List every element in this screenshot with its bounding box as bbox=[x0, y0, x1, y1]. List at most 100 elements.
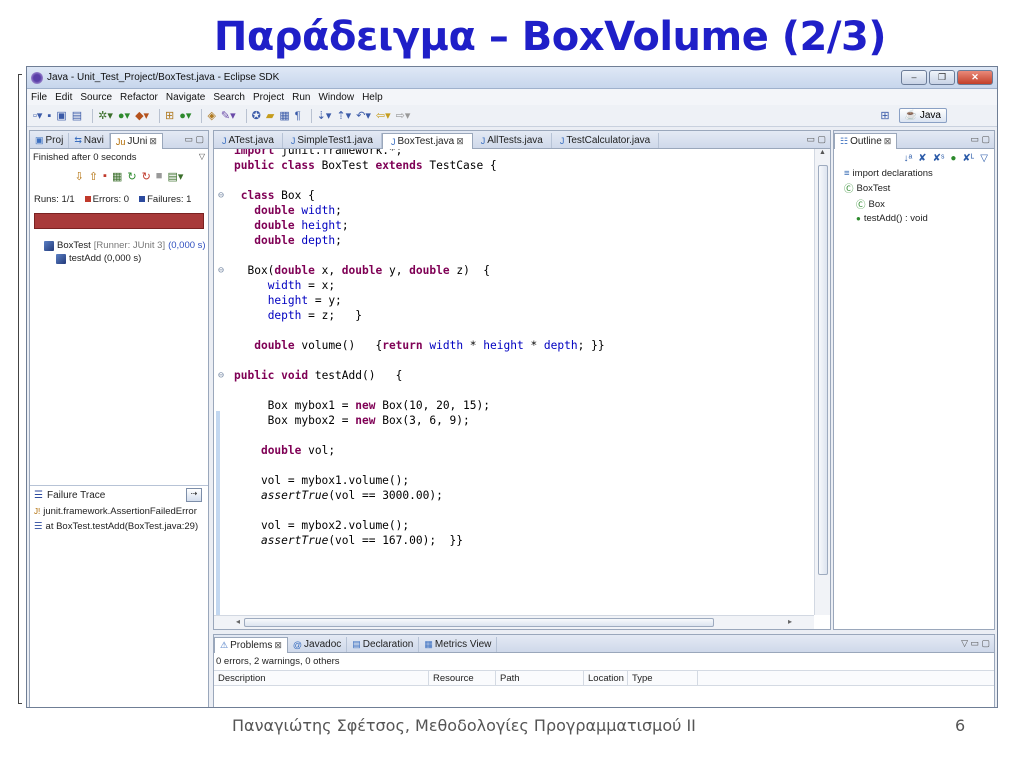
prev-annotation-icon[interactable]: ⇡▾ bbox=[336, 109, 351, 122]
new-class-icon[interactable]: ●▾ bbox=[179, 109, 191, 122]
column-resource[interactable]: Resource bbox=[429, 671, 496, 685]
search-icon[interactable]: ✎▾ bbox=[221, 109, 236, 122]
editor-tab[interactable]: J SimpleTest1.java bbox=[283, 133, 382, 148]
scroll-right-icon[interactable]: ▸ bbox=[788, 617, 792, 626]
menu-window[interactable]: Window bbox=[318, 92, 354, 103]
hide-static-icon[interactable]: ✘ˢ bbox=[933, 153, 945, 164]
change-marker bbox=[216, 411, 220, 615]
outline-item-inner-class[interactable]: Ⓒ Box bbox=[834, 196, 994, 212]
test-case-item[interactable]: testAdd (0,000 s) bbox=[44, 252, 208, 265]
rerun-icon[interactable]: ↻ bbox=[127, 170, 136, 183]
menu-source[interactable]: Source bbox=[80, 92, 112, 103]
new-icon[interactable]: ▫▾ bbox=[33, 109, 42, 122]
previous-failure-icon[interactable]: ⇧ bbox=[89, 170, 98, 183]
outline-item-imports[interactable]: ≡ import declarations bbox=[834, 167, 994, 180]
tab-label: Declaration bbox=[362, 639, 414, 650]
menu-refactor[interactable]: Refactor bbox=[120, 92, 158, 103]
outline-item-class[interactable]: Ⓒ BoxTest bbox=[834, 180, 994, 196]
scrollbar-thumb[interactable] bbox=[244, 618, 714, 627]
menu-edit[interactable]: Edit bbox=[55, 92, 72, 103]
tab-problems[interactable]: ⚠ Problems ⊠ bbox=[214, 637, 288, 653]
fold-icon[interactable]: ⊖ bbox=[218, 188, 224, 203]
tab-metrics[interactable]: ▦ Metrics View bbox=[419, 637, 498, 652]
debug-icon[interactable]: ✲▾ bbox=[98, 109, 113, 122]
filter-stack-button[interactable]: ⇢ bbox=[186, 488, 202, 502]
editor-tab[interactable]: J TestCalculator.java bbox=[552, 133, 660, 148]
fold-icon[interactable]: ⊖ bbox=[218, 263, 224, 278]
trace-line[interactable]: ☰ at BoxTest.testAdd(BoxTest.java:29) bbox=[30, 519, 208, 534]
rerun-failed-icon[interactable]: ↻ bbox=[142, 170, 151, 183]
view-menu-icon[interactable]: ▽ bbox=[199, 152, 205, 163]
view-menu-icon[interactable]: ▽ bbox=[980, 153, 988, 164]
menu-file[interactable]: File bbox=[31, 92, 47, 103]
next-annotation-icon[interactable]: ⇣▾ bbox=[317, 109, 332, 122]
editor-horizontal-scrollbar[interactable]: ◂ ▸ bbox=[214, 615, 814, 629]
close-button[interactable]: ✕ bbox=[957, 70, 993, 85]
external-tools-icon[interactable]: ◆▾ bbox=[135, 109, 149, 122]
tab-navigator[interactable]: ⇆ Navi bbox=[69, 133, 110, 148]
menu-project[interactable]: Project bbox=[253, 92, 284, 103]
editor-tab-active[interactable]: J BoxTest.java ⊠ bbox=[381, 133, 473, 149]
column-location[interactable]: Location bbox=[584, 671, 628, 685]
tab-outline[interactable]: ☷ Outline ⊠ bbox=[834, 133, 898, 149]
run-icon[interactable]: ●▾ bbox=[118, 109, 130, 122]
toggle-mark-icon[interactable]: ✪ bbox=[252, 109, 261, 122]
test-suite-item[interactable]: BoxTest [Runner: JUnit 3] (0,000 s) bbox=[44, 239, 208, 252]
outline-item-method[interactable]: ● testAdd() : void bbox=[834, 212, 994, 225]
maximize-button[interactable]: ❐ bbox=[929, 70, 955, 85]
column-path[interactable]: Path bbox=[496, 671, 584, 685]
block-selection-icon[interactable]: ▦ bbox=[279, 109, 289, 122]
trace-line[interactable]: J! junit.framework.AssertionFailedError bbox=[30, 504, 208, 519]
failures-only-icon[interactable]: ▪ bbox=[103, 170, 107, 182]
tab-project-explorer[interactable]: ▣ Proj bbox=[30, 133, 70, 148]
view-controls[interactable]: ▭ ▢ bbox=[184, 134, 204, 145]
column-type[interactable]: Type bbox=[628, 671, 698, 685]
scrollbar-thumb[interactable] bbox=[818, 165, 828, 575]
history-icon[interactable]: ▤▾ bbox=[167, 170, 183, 183]
open-type-icon[interactable]: ◈ bbox=[207, 109, 215, 122]
last-edit-icon[interactable]: ↶▾ bbox=[356, 109, 371, 122]
save-all-icon[interactable]: ▣ bbox=[56, 109, 66, 122]
view-controls[interactable]: ▽ ▭ ▢ bbox=[961, 638, 990, 649]
new-java-project-icon[interactable]: ⊞ bbox=[165, 109, 174, 122]
scroll-up-icon[interactable]: ▲ bbox=[815, 149, 830, 156]
show-whitespace-icon[interactable]: ¶ bbox=[295, 110, 301, 122]
editor-controls[interactable]: ▭ ▢ bbox=[806, 134, 826, 145]
tab-declaration[interactable]: ▤ Declaration bbox=[347, 637, 420, 652]
close-tab-icon[interactable]: ⊠ bbox=[149, 136, 157, 147]
next-failure-icon[interactable]: ⇩ bbox=[75, 170, 84, 183]
minimize-button[interactable]: – bbox=[901, 70, 927, 85]
close-tab-icon[interactable]: ⊠ bbox=[456, 136, 464, 147]
menu-help[interactable]: Help bbox=[362, 92, 383, 103]
close-tab-icon[interactable]: ⊠ bbox=[274, 640, 282, 651]
close-tab-icon[interactable]: ⊠ bbox=[884, 136, 892, 147]
tab-junit[interactable]: Ju JUni ⊠ bbox=[109, 133, 163, 149]
editor-tab[interactable]: J ATest.java bbox=[214, 133, 283, 148]
forward-icon[interactable]: ⇨▾ bbox=[396, 109, 411, 122]
code-text[interactable]: import junit.framework.*; public class B… bbox=[218, 149, 814, 548]
hide-nonpublic-icon[interactable]: ● bbox=[950, 153, 956, 164]
editor-tab[interactable]: J AllTests.java bbox=[473, 133, 552, 148]
menu-search[interactable]: Search bbox=[213, 92, 245, 103]
menu-navigate[interactable]: Navigate bbox=[166, 92, 205, 103]
java-perspective-button[interactable]: ☕ Java bbox=[898, 108, 947, 123]
back-icon[interactable]: ⇦▾ bbox=[376, 109, 391, 122]
editor-vertical-scrollbar[interactable]: ▲ bbox=[814, 149, 830, 615]
open-perspective-icon[interactable]: ⊞ bbox=[880, 109, 889, 122]
hide-fields-icon[interactable]: ✘ bbox=[918, 153, 926, 164]
sort-icon[interactable]: ↓ᵃ bbox=[903, 153, 912, 164]
fold-icon[interactable]: ⊖ bbox=[218, 368, 224, 383]
menu-run[interactable]: Run bbox=[292, 92, 310, 103]
save-icon[interactable]: ▪ bbox=[47, 110, 51, 122]
scroll-left-icon[interactable]: ◂ bbox=[236, 617, 240, 626]
view-controls[interactable]: ▭ ▢ bbox=[970, 134, 990, 145]
hide-local-types-icon[interactable]: ✘ᴸ bbox=[962, 153, 974, 164]
scroll-lock-icon[interactable]: ▦ bbox=[112, 170, 122, 183]
annotation-icon[interactable]: ▰ bbox=[266, 109, 274, 122]
code-area[interactable]: import junit.framework.*; public class B… bbox=[214, 149, 814, 615]
print-icon[interactable]: ▤ bbox=[72, 109, 82, 122]
tab-javadoc[interactable]: @ Javadoc bbox=[288, 637, 348, 652]
stop-icon[interactable]: ■ bbox=[156, 170, 163, 182]
column-description[interactable]: Description bbox=[214, 671, 429, 685]
